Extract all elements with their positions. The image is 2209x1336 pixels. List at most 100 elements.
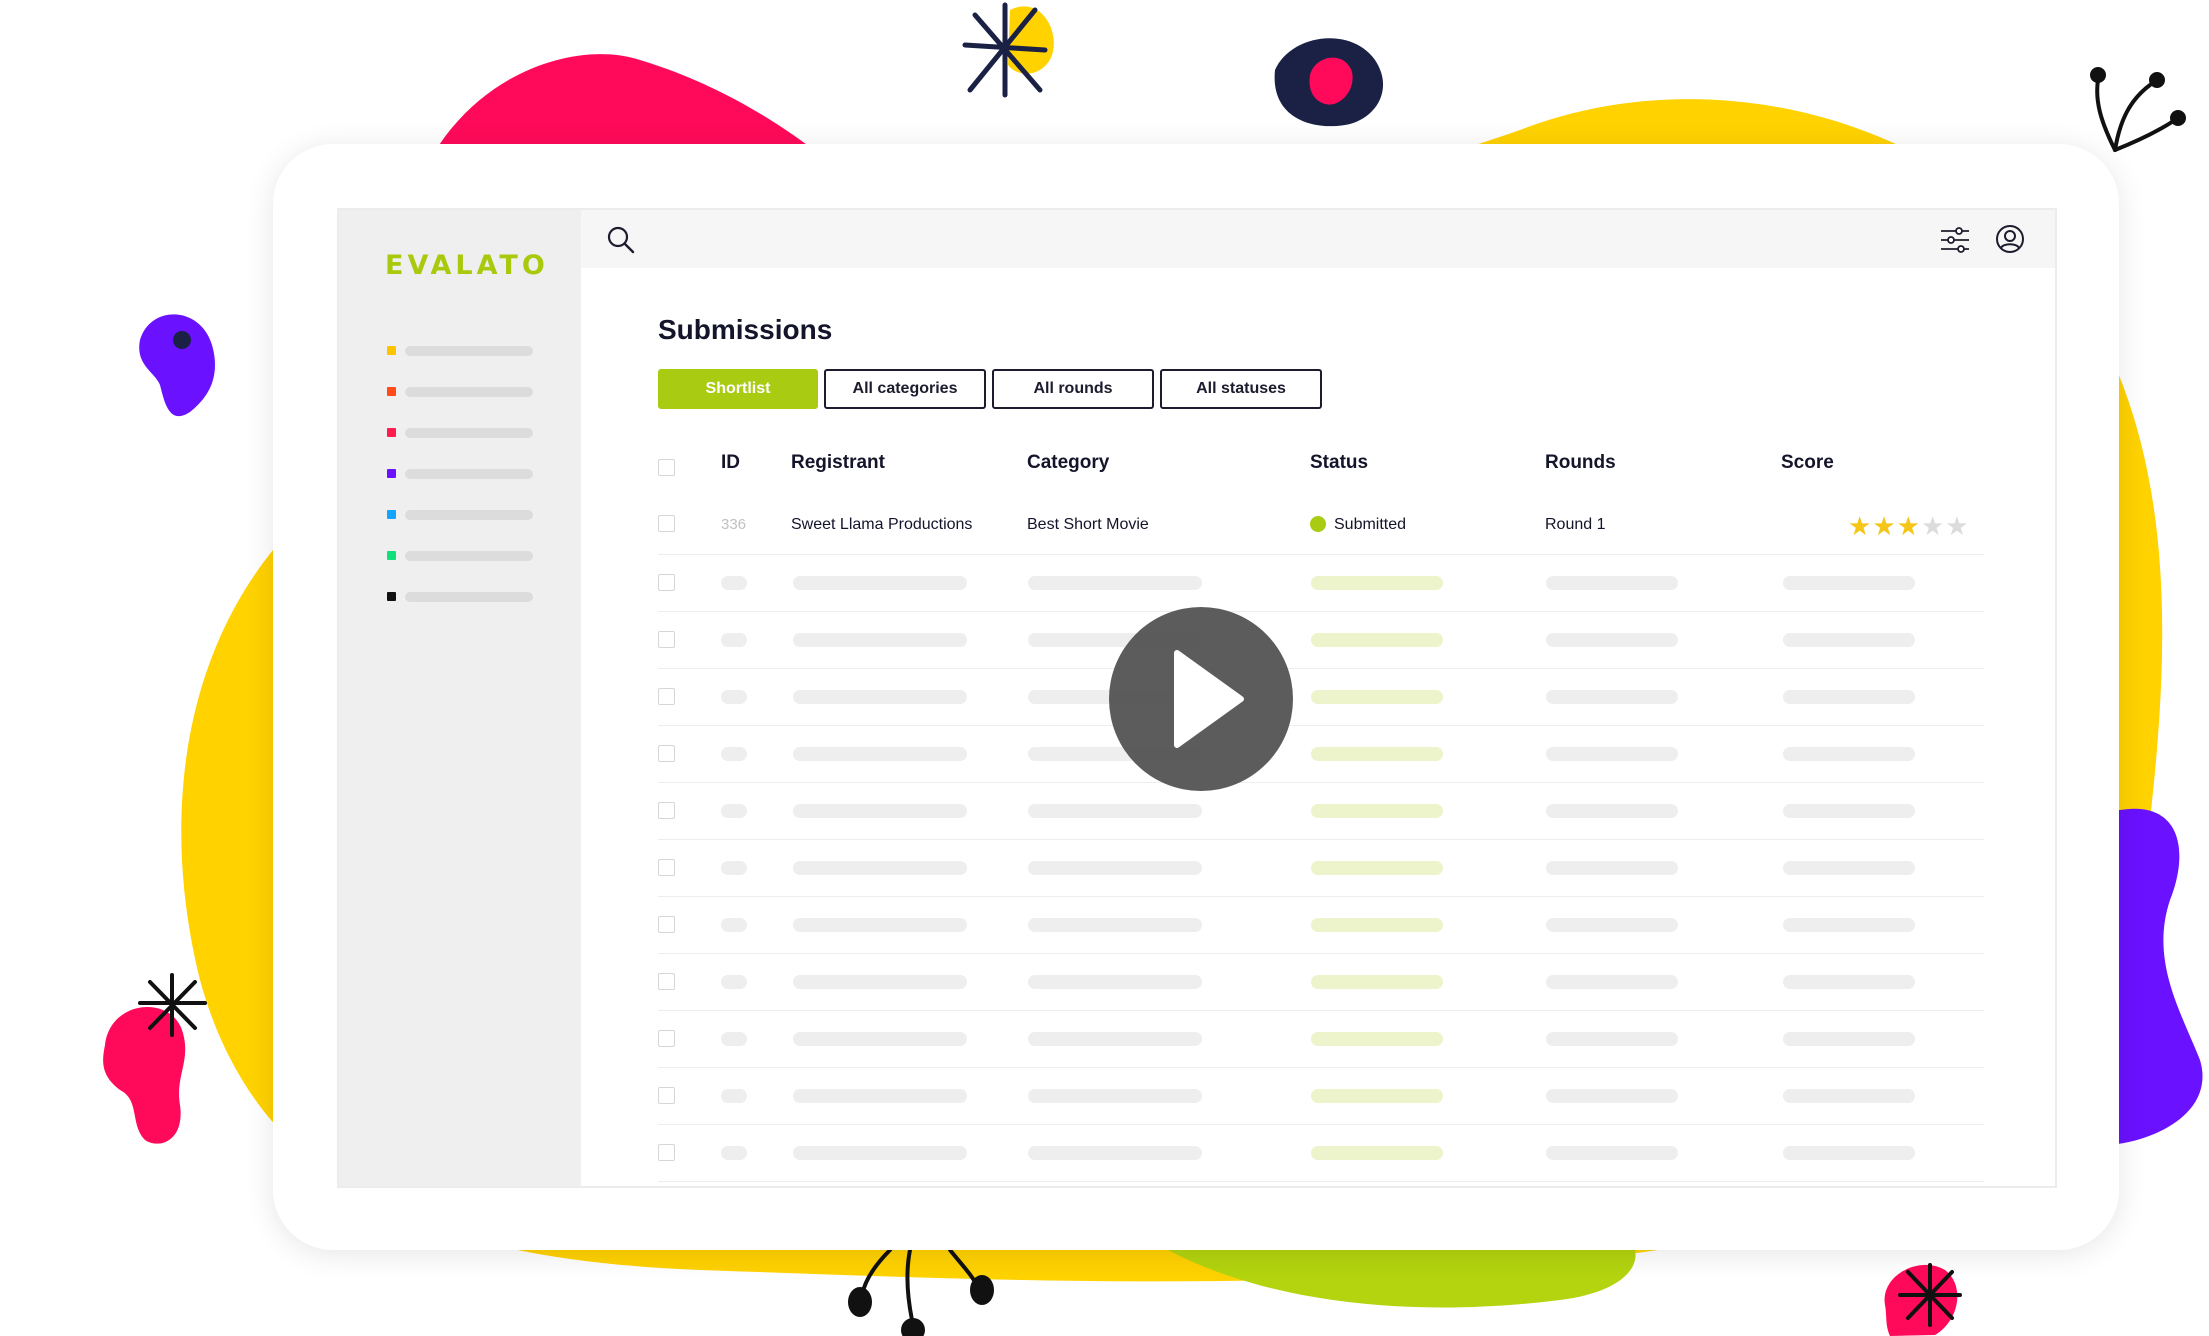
loading-placeholder-bar <box>721 861 747 875</box>
search-icon[interactable] <box>606 225 636 255</box>
loading-placeholder-bar <box>793 975 967 989</box>
play-video-button[interactable] <box>1109 607 1293 791</box>
sidebar-item-color-dot <box>387 346 396 355</box>
loading-placeholder-bar <box>1783 1089 1915 1103</box>
placeholder-row <box>658 954 1984 1011</box>
sidebar-nav <box>387 330 533 617</box>
star-filled-icon[interactable]: ★ <box>1872 511 1896 541</box>
sprout-dot <box>848 1287 872 1317</box>
column-header-category[interactable]: Category <box>1027 452 1109 474</box>
loading-placeholder-bar <box>793 1146 967 1160</box>
row-checkbox[interactable] <box>658 1030 675 1047</box>
loading-placeholder-bar <box>721 747 747 761</box>
loading-placeholder-bar <box>793 576 967 590</box>
row-checkbox[interactable] <box>658 916 675 933</box>
loading-placeholder-bar <box>721 804 747 818</box>
loading-placeholder-bar <box>1783 804 1915 818</box>
sidebar-item-1[interactable] <box>387 330 533 371</box>
sidebar-item-color-dot <box>387 428 396 437</box>
placeholder-row <box>658 612 1984 669</box>
status-dot-icon <box>1310 516 1326 532</box>
purple-blob-dot <box>173 331 191 349</box>
loading-placeholder-bar <box>1546 861 1678 875</box>
loading-placeholder-bar <box>1311 1032 1443 1046</box>
sidebar-item-2[interactable] <box>387 371 533 412</box>
row-checkbox[interactable] <box>658 859 675 876</box>
row-checkbox[interactable] <box>658 1087 675 1104</box>
loading-placeholder-bar <box>1311 918 1443 932</box>
sidebar-item-placeholder <box>405 550 533 561</box>
sidebar-item-6[interactable] <box>387 535 533 576</box>
column-header-status[interactable]: Status <box>1310 452 1368 474</box>
play-icon <box>1174 650 1244 748</box>
registrant-name[interactable]: Sweet Llama Productions <box>791 516 972 534</box>
loading-placeholder-bar <box>1028 918 1202 932</box>
sidebar-item-placeholder <box>405 427 533 438</box>
placeholder-row <box>658 555 1984 612</box>
loading-placeholder-bar <box>1783 1032 1915 1046</box>
sidebar-item-5[interactable] <box>387 494 533 535</box>
select-all-checkbox[interactable] <box>658 459 675 476</box>
submission-id: 336 <box>721 516 747 533</box>
row-checkbox[interactable] <box>658 973 675 990</box>
loading-placeholder-bar <box>1546 747 1678 761</box>
category-name: Best Short Movie <box>1027 516 1149 533</box>
sidebar-item-4[interactable] <box>387 453 533 494</box>
sidebar-item-placeholder <box>405 509 533 520</box>
row-checkbox[interactable] <box>658 802 675 819</box>
loading-placeholder-bar <box>793 633 967 647</box>
star-empty-icon[interactable]: ★ <box>1921 511 1945 541</box>
loading-placeholder-bar <box>1546 576 1678 590</box>
loading-placeholder-bar <box>793 918 967 932</box>
row-checkbox[interactable] <box>658 631 675 648</box>
loading-placeholder-bar <box>1783 747 1915 761</box>
score-stars[interactable]: ★★★★★ <box>1848 513 1970 539</box>
loading-placeholder-bar <box>721 633 747 647</box>
placeholder-row <box>658 669 1984 726</box>
table-row[interactable]: 336 Sweet Llama Productions Best Short M… <box>658 496 1984 555</box>
loading-placeholder-bar <box>721 576 747 590</box>
placeholder-row <box>658 897 1984 954</box>
sidebar-item-placeholder <box>405 386 533 397</box>
loading-placeholder-bar <box>1546 1089 1678 1103</box>
all-rounds-dropdown[interactable]: All rounds <box>992 369 1154 409</box>
row-checkbox[interactable] <box>658 745 675 762</box>
loading-placeholder-bar <box>1546 1146 1678 1160</box>
placeholder-row <box>658 1011 1984 1068</box>
filter-sliders-icon[interactable] <box>1939 224 1971 256</box>
loading-placeholder-bar <box>1028 804 1202 818</box>
sidebar-item-color-dot <box>387 592 396 601</box>
round-name: Round 1 <box>1545 516 1606 533</box>
shortlist-button[interactable]: Shortlist <box>658 369 818 409</box>
column-header-registrant[interactable]: Registrant <box>791 452 885 474</box>
placeholder-row <box>658 1125 1984 1182</box>
sprout-top-right <box>2095 78 2177 152</box>
column-header-rounds[interactable]: Rounds <box>1545 452 1616 474</box>
loading-placeholder-bar <box>1546 690 1678 704</box>
sidebar-item-3[interactable] <box>387 412 533 453</box>
sidebar-item-color-dot <box>387 510 396 519</box>
sidebar-item-color-dot <box>387 469 396 478</box>
sidebar-item-placeholder <box>405 468 533 479</box>
row-checkbox[interactable] <box>658 1144 675 1161</box>
loading-placeholder-bar <box>721 1146 747 1160</box>
star-filled-icon[interactable]: ★ <box>1848 511 1872 541</box>
row-checkbox[interactable] <box>658 688 675 705</box>
loading-placeholder-bar <box>1311 576 1443 590</box>
loading-placeholder-bar <box>1783 861 1915 875</box>
sprout-dot <box>901 1318 925 1336</box>
loading-placeholder-bar <box>793 690 967 704</box>
user-circle-icon[interactable] <box>1994 223 2026 255</box>
all-statuses-dropdown[interactable]: All statuses <box>1160 369 1322 409</box>
purple-blob-left <box>139 314 215 417</box>
loading-placeholder-bar <box>1311 975 1443 989</box>
loading-placeholder-bar <box>1028 1032 1202 1046</box>
all-categories-dropdown[interactable]: All categories <box>824 369 986 409</box>
row-checkbox[interactable] <box>658 515 675 532</box>
star-filled-icon[interactable]: ★ <box>1897 511 1921 541</box>
sidebar-item-7[interactable] <box>387 576 533 617</box>
column-header-score[interactable]: Score <box>1781 452 1834 474</box>
column-header-id[interactable]: ID <box>721 452 740 474</box>
row-checkbox[interactable] <box>658 574 675 591</box>
star-empty-icon[interactable]: ★ <box>1945 511 1969 541</box>
